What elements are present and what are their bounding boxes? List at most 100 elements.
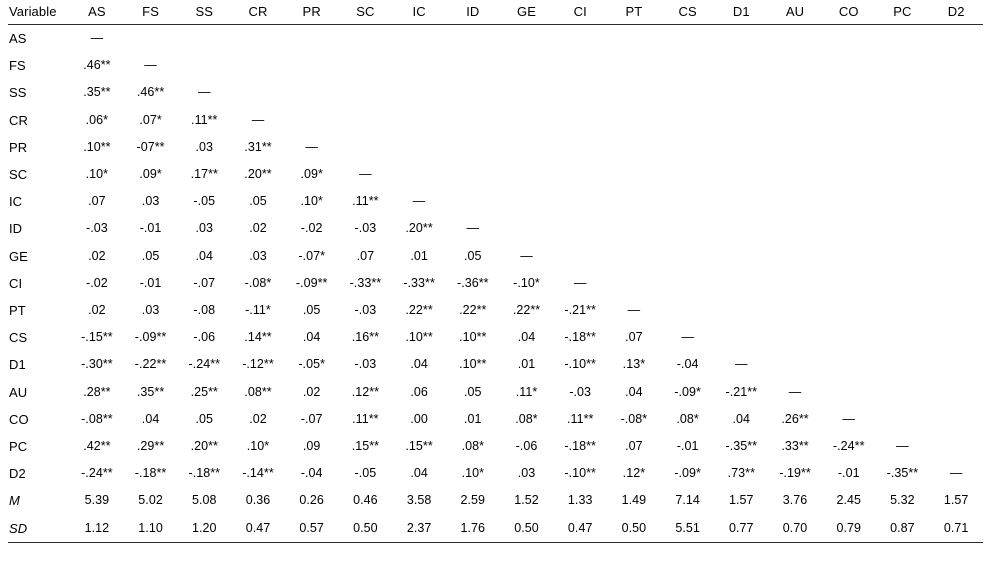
cell-empty [500, 107, 554, 134]
cell-empty [714, 243, 768, 270]
cell-sd-id: 1.76 [460, 520, 486, 535]
table-row: PR .10** -07** .03 .31** — [8, 134, 983, 161]
cell-d2-sc: -.05 [354, 466, 377, 481]
cell-m-ci: 1.33 [567, 493, 593, 508]
cell-empty [607, 79, 661, 106]
cell-d2-pr: -.04 [300, 466, 323, 481]
cell-empty [822, 107, 876, 134]
cell-empty [339, 134, 393, 161]
cell-pr-ss: .03 [195, 139, 214, 154]
cell-co-id: .01 [464, 411, 482, 426]
cell-sc-ss: .17** [190, 167, 218, 182]
cell-empty [876, 215, 930, 242]
cell-empty [768, 134, 822, 161]
cell-co-cr: .02 [249, 411, 267, 426]
column-header-ge: GE [517, 4, 536, 19]
cell-empty [929, 52, 983, 79]
cell-au-d1: -.21** [725, 384, 758, 399]
cell-au-ge: .11* [515, 384, 538, 399]
cell-empty [714, 107, 768, 134]
cell-pc-ss: .20** [190, 439, 218, 454]
column-header-pr: PR [302, 4, 321, 19]
row-label-d1: D1 [9, 357, 26, 373]
cell-empty [446, 79, 500, 106]
cell-m-id: 2.59 [460, 493, 486, 508]
cell-empty [553, 79, 607, 106]
cell-ci-ci: — [573, 275, 587, 290]
cell-sd-pt: 0.50 [621, 520, 647, 535]
cell-empty [553, 215, 607, 242]
table-row: D1 -.30** -.22** -.24** -.12** -.05* -.03 .04 .1… [8, 351, 983, 378]
cell-au-ci: -.03 [569, 384, 592, 399]
cell-empty [553, 188, 607, 215]
cell-au-pt: .04 [625, 384, 643, 399]
cell-empty [876, 406, 930, 433]
cell-sd-cs: 5.51 [675, 520, 700, 535]
cell-empty [876, 134, 930, 161]
table-row: AS — [8, 25, 983, 53]
cell-empty [500, 52, 554, 79]
row-label-cr: CR [9, 112, 28, 128]
cell-d1-ss: -.24** [188, 357, 221, 372]
cell-pt-sc: -.03 [354, 303, 377, 318]
row-label-d2: D2 [9, 466, 26, 482]
cell-sc-pr: .09* [300, 167, 323, 182]
cell-cr-fs: .07* [139, 112, 162, 127]
cell-empty [714, 215, 768, 242]
cell-sd-ss: 1.20 [192, 520, 217, 535]
row-label-ge: GE [9, 248, 28, 264]
cell-d1-ge: .01 [517, 357, 536, 372]
cell-empty [553, 107, 607, 134]
cell-empty [876, 188, 930, 215]
cell-empty [607, 243, 661, 270]
cell-ci-ic: -.33** [403, 275, 435, 290]
column-header-ss: SS [195, 4, 214, 19]
cell-empty [392, 107, 446, 134]
cell-empty [876, 324, 930, 351]
cell-d2-as: -.24** [81, 466, 113, 481]
cell-ic-pr: .10* [300, 194, 323, 209]
cell-pt-ic: .22** [405, 303, 433, 318]
cell-co-co: — [842, 411, 855, 426]
cell-empty [768, 215, 822, 242]
cell-empty [661, 161, 715, 188]
cell-ge-fs: .05 [141, 248, 160, 263]
cell-empty [768, 324, 822, 351]
cell-empty [607, 52, 661, 79]
cell-co-au: .26** [781, 411, 809, 426]
cell-pt-cr: -.11* [245, 303, 271, 318]
cell-empty [553, 134, 607, 161]
row-label-pt: PT [9, 303, 26, 319]
cell-empty [929, 297, 983, 324]
cell-d2-ci: -.10** [564, 466, 596, 481]
cell-id-id: — [466, 221, 480, 236]
cell-cs-sc: .16** [351, 330, 380, 345]
row-label-ss: SS [9, 85, 27, 101]
cell-empty [339, 25, 393, 53]
cell-empty [929, 79, 983, 106]
table-body: AS — FS .46** — SS .35** .46** — CR .06* .07* .11** —… [8, 25, 983, 543]
column-header-cs: CS [678, 4, 697, 19]
table-row: IC .07 .03 -.05 .05 .10* .11** — [8, 188, 983, 215]
cell-ge-ic: .01 [410, 248, 428, 263]
cell-ss-fs: .46** [136, 85, 165, 100]
cell-empty [339, 107, 393, 134]
cell-empty [339, 52, 393, 79]
cell-d2-cs: -.09* [674, 466, 701, 481]
cell-empty [446, 134, 500, 161]
column-header-ci: CI [573, 4, 587, 19]
column-header-sc: SC [356, 4, 375, 19]
table-row: CO -.08** .04 .05 .02 -.07 .11** .00 .01 .08* .11*… [8, 406, 983, 433]
column-header-pt: PT [625, 4, 643, 19]
cell-m-ss: 5.08 [192, 493, 217, 508]
stat-row-m: M 5.39 5.02 5.08 0.36 0.26 0.46 3.58 2.59 1.52 1.3… [8, 487, 983, 514]
cell-id-sc: -.03 [354, 221, 377, 236]
cell-empty [607, 161, 661, 188]
cell-pr-cr: .31** [244, 139, 272, 154]
cell-d1-cs: -.04 [676, 357, 699, 372]
cell-empty [714, 297, 768, 324]
cell-m-fs: 5.02 [138, 493, 163, 508]
cell-ci-as: -.02 [85, 275, 108, 290]
cell-pc-pc: — [896, 439, 909, 454]
cell-d1-as: -.30** [81, 357, 113, 372]
